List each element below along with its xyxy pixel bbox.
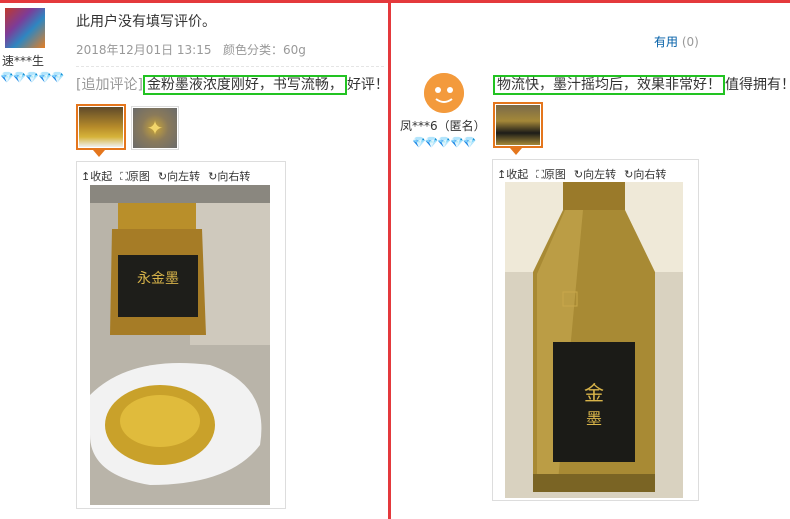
svg-text:金: 金 — [584, 381, 604, 405]
username-right: 凤***6（匿名） — [400, 119, 486, 133]
append-comment: [追加评论] 金粉墨液浓度刚好，书写流畅， 好评！ — [76, 74, 389, 95]
highlighted-text: 金粉墨液浓度刚好，书写流畅， — [142, 75, 347, 95]
gold-ink-spoon-thumb — [79, 107, 123, 147]
original-image-button[interactable]: ⛶原图 — [536, 168, 566, 181]
rotate-right-button[interactable]: ↻向右转 — [208, 170, 250, 183]
calligraphy-thumb: ✦ — [133, 108, 177, 148]
collapse-button[interactable]: ↥收起 — [81, 170, 112, 183]
highlighted-text-right: 物流快，墨汁摇均后，效果非常好！ — [493, 75, 725, 95]
separator — [76, 66, 384, 67]
useful-count: (0) — [681, 35, 699, 49]
review-text-right: 物流快，墨汁摇均后，效果非常好！ 值得拥有！ — [493, 74, 790, 95]
viewer-toolbar-right: ↥收起 ⛶原图 ↻向左转 ↻向右转 — [497, 166, 674, 182]
username: 速***生 — [2, 54, 45, 68]
comment-rest-right: 值得拥有！ — [725, 77, 790, 93]
rotate-left-button[interactable]: ↻向左转 — [158, 170, 200, 183]
selected-caret — [93, 150, 105, 157]
photo-thumbnail-right[interactable] — [493, 102, 543, 148]
default-avatar-icon — [424, 73, 464, 113]
useful-button[interactable]: 有用 (0) — [654, 33, 699, 50]
rotate-left-button[interactable]: ↻向左转 — [574, 168, 616, 181]
review-text: 此用户没有填写评价。 — [76, 14, 216, 30]
gold-ink-bottle-thumb — [496, 105, 540, 145]
svg-text:永金墨: 永金墨 — [137, 271, 179, 287]
photo-thumbnail-2[interactable]: ✦ — [131, 106, 179, 150]
selected-caret-right — [510, 148, 522, 155]
image-viewer-right: ↥收起 ⛶原图 ↻向左转 ↻向右转 金 墨 — [492, 159, 699, 501]
review-date: 2018年12月01日 13:15 — [76, 43, 212, 57]
user-avatar-right — [424, 73, 464, 113]
image-viewer: ↥收起 ⛶原图 ↻向左转 ↻向右转 永金墨 — [76, 161, 286, 509]
color-category: 颜色分类：60g — [223, 43, 306, 57]
svg-text:墨: 墨 — [586, 409, 602, 428]
review-photo-large: 永金墨 — [90, 185, 270, 505]
append-label: [追加评论] — [76, 77, 143, 93]
review-photo-large-right: 金 墨 — [505, 182, 683, 498]
viewer-toolbar: ↥收起 ⛶原图 ↻向左转 ↻向右转 — [81, 168, 258, 184]
useful-label: 有用 — [654, 35, 679, 49]
original-image-button[interactable]: ⛶原图 — [120, 170, 150, 183]
top-red-line — [0, 0, 790, 3]
collapse-button[interactable]: ↥收起 — [497, 168, 528, 181]
photo-thumbnail-1[interactable] — [76, 104, 126, 150]
user-level-hearts-right: 💎💎💎💎💎 — [412, 136, 476, 149]
user-level-hearts: 💎💎💎💎💎 — [0, 71, 64, 84]
user-avatar — [5, 8, 45, 48]
append-rest: 好评！ — [346, 77, 389, 93]
rotate-right-button[interactable]: ↻向右转 — [624, 168, 666, 181]
